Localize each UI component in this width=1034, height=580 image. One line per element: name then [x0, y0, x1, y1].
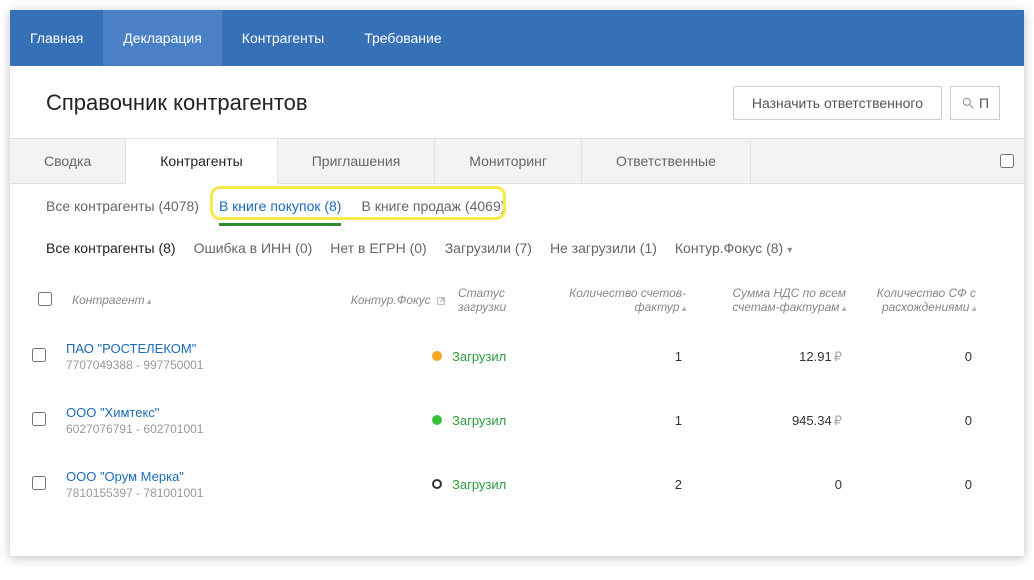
- col-status[interactable]: Статус загрузки: [452, 286, 562, 314]
- sf2-inn-error[interactable]: Ошибка в ИНН (0): [194, 240, 313, 256]
- tab-invites[interactable]: Приглашения: [278, 139, 436, 183]
- contragent-inn: 7810155397 - 781001001: [66, 486, 342, 500]
- select-all-checkbox[interactable]: [38, 292, 52, 306]
- invoice-count: 1: [562, 349, 692, 364]
- external-icon: [436, 296, 446, 306]
- vat-sum: 12.91₽: [692, 349, 852, 365]
- row-checkbox[interactable]: [32, 476, 46, 490]
- table-row: ООО "Химтекс" 6027076791 - 602701001 Заг…: [10, 388, 1024, 452]
- tabs: Сводка Контрагенты Приглашения Мониторин…: [10, 138, 1024, 184]
- page-header: Справочник контрагентов Назначить ответс…: [10, 66, 1024, 138]
- sf-all[interactable]: Все контрагенты (4078): [46, 198, 199, 224]
- diff-count: 0: [852, 413, 982, 428]
- sf-purchases[interactable]: В книге покупок (8): [219, 198, 342, 224]
- focus-status-icon: [432, 415, 442, 425]
- tab-monitoring[interactable]: Мониторинг: [435, 139, 582, 183]
- table-row: ПАО "РОСТЕЛЕКОМ" 7707049388 - 997750001 …: [10, 324, 1024, 388]
- contragent-link[interactable]: ПАО "РОСТЕЛЕКОМ": [66, 341, 342, 356]
- invoice-count: 1: [562, 413, 692, 428]
- subfilters-primary: Все контрагенты (4078) В книге покупок (…: [10, 184, 1024, 224]
- col-sum[interactable]: Сумма НДС по всем счетам-фактурам: [692, 286, 852, 314]
- sf2-focus-dropdown[interactable]: Контур.Фокус (8): [675, 240, 792, 256]
- invoice-count: 2: [562, 477, 692, 492]
- search-placeholder: П: [979, 95, 989, 111]
- nav-requirement[interactable]: Требование: [344, 10, 461, 66]
- contragent-inn: 7707049388 - 997750001: [66, 358, 342, 372]
- col-count[interactable]: Количество счетов-фактур: [562, 286, 692, 314]
- focus-status-icon: [432, 351, 442, 361]
- row-checkbox[interactable]: [32, 348, 46, 362]
- vat-sum: 945.34₽: [692, 413, 852, 429]
- sf2-all[interactable]: Все контрагенты (8): [46, 240, 176, 256]
- nav-declaration[interactable]: Декларация: [103, 10, 222, 66]
- table-header: Контрагент Контур.Фокус Статус загрузки …: [10, 276, 1024, 324]
- load-status: Загрузил: [452, 349, 562, 364]
- nav-main[interactable]: Главная: [10, 10, 103, 66]
- top-nav: Главная Декларация Контрагенты Требовани…: [10, 10, 1024, 66]
- vat-sum: 0: [692, 477, 852, 492]
- page-title: Справочник контрагентов: [46, 90, 308, 116]
- contragent-table: Контрагент Контур.Фокус Статус загрузки …: [10, 266, 1024, 516]
- col-focus-label: Контур.Фокус: [351, 293, 431, 307]
- table-row: ООО "Орум Мерка" 7810155397 - 781001001 …: [10, 452, 1024, 516]
- tabs-right-checkbox[interactable]: [1000, 154, 1014, 168]
- col-diff[interactable]: Количество СФ с расхождениями: [852, 286, 982, 314]
- focus-status-icon: [432, 479, 442, 489]
- contragent-link[interactable]: ООО "Орум Мерка": [66, 469, 342, 484]
- col-contragent[interactable]: Контрагент: [66, 293, 342, 307]
- sf2-loaded[interactable]: Загрузили (7): [445, 240, 532, 256]
- sf2-not-loaded[interactable]: Не загрузили (1): [550, 240, 657, 256]
- tab-summary[interactable]: Сводка: [10, 139, 126, 183]
- search-button[interactable]: П: [950, 86, 1000, 120]
- tab-contragents[interactable]: Контрагенты: [126, 139, 277, 184]
- assign-responsible-button[interactable]: Назначить ответственного: [733, 86, 942, 120]
- subfilters-secondary: Все контрагенты (8) Ошибка в ИНН (0) Нет…: [10, 224, 1024, 266]
- sf-sales[interactable]: В книге продаж (4069): [361, 198, 505, 224]
- contragent-link[interactable]: ООО "Химтекс": [66, 405, 342, 420]
- diff-count: 0: [852, 477, 982, 492]
- row-checkbox[interactable]: [32, 412, 46, 426]
- nav-contragents[interactable]: Контрагенты: [222, 10, 344, 66]
- diff-count: 0: [852, 349, 982, 364]
- sf2-no-egrn[interactable]: Нет в ЕГРН (0): [330, 240, 426, 256]
- search-icon: [961, 96, 975, 110]
- load-status: Загрузил: [452, 413, 562, 428]
- contragent-inn: 6027076791 - 602701001: [66, 422, 342, 436]
- tab-responsible[interactable]: Ответственные: [582, 139, 751, 183]
- col-focus[interactable]: Контур.Фокус: [342, 293, 452, 307]
- load-status: Загрузил: [452, 477, 562, 492]
